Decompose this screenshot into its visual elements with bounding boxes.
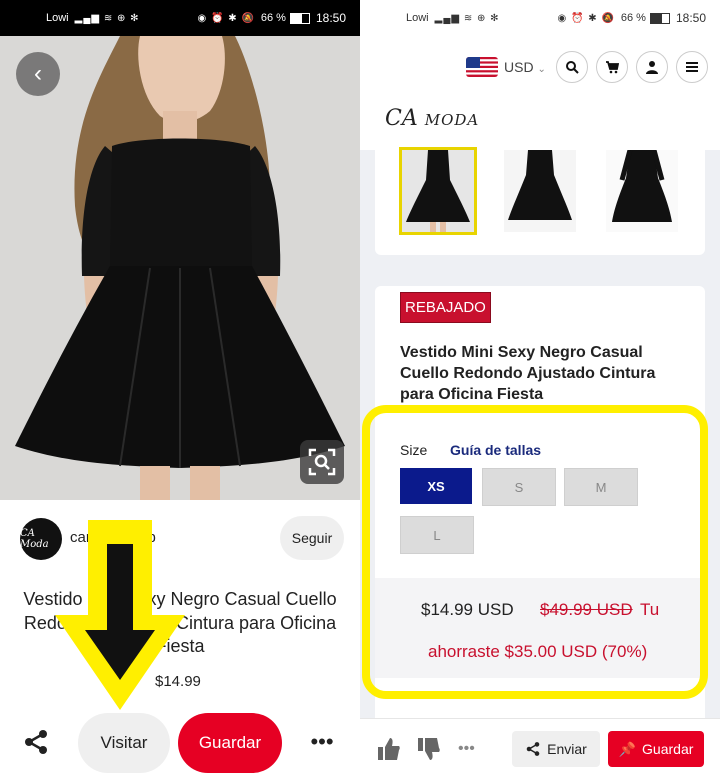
product-photo[interactable] <box>0 36 360 500</box>
pin-icon: 📌 <box>618 740 637 757</box>
system-icons: ◉ ⏰ ✱ 🔕 <box>557 12 615 24</box>
logo-main: CA <box>385 106 418 131</box>
more-icon[interactable]: ••• <box>458 736 484 762</box>
clock: 18:50 <box>315 11 346 25</box>
visual-search-button[interactable] <box>300 440 344 484</box>
annotation-highlight <box>362 405 708 699</box>
follow-button[interactable]: Seguir <box>280 516 344 560</box>
send-button[interactable]: Enviar <box>512 731 600 767</box>
save-button[interactable]: Guardar <box>178 713 282 773</box>
store-logo[interactable]: CA MODA <box>385 106 479 131</box>
store-header <box>360 36 720 150</box>
product-title: Vestido Mini Sexy Negro Casual Cuello Re… <box>400 344 656 403</box>
cart-button[interactable] <box>596 51 628 83</box>
share-icon <box>526 742 540 756</box>
visual-search-icon <box>308 448 336 476</box>
cart-icon <box>606 61 619 74</box>
us-flag-icon[interactable] <box>466 57 498 77</box>
logo-sub: MODA <box>424 111 480 129</box>
search-button[interactable] <box>556 51 588 83</box>
battery-icon <box>289 12 310 24</box>
carrier-label: Lowi <box>406 12 429 24</box>
menu-icon <box>686 62 698 72</box>
status-bar: Lowi ▂▄▆ ≋ ⊕ ✻ ◉ ⏰ ✱ 🔕 66 % 18:50 <box>0 0 360 36</box>
thumbs-down-icon[interactable] <box>416 736 442 762</box>
thumbnail-2[interactable] <box>504 150 576 232</box>
signal-icons: ▂▄▆ ≋ ⊕ ✻ <box>434 12 500 24</box>
save-label: Guardar <box>642 741 694 757</box>
store-product-screen: Lowi ▂▄▆ ≋ ⊕ ✻ ◉ ⏰ ✱ 🔕 66 % 18:50 USD ⌄ … <box>360 0 720 781</box>
back-button[interactable]: ‹ <box>16 52 60 96</box>
pin-detail-screen: Lowi ▂▄▆ ≋ ⊕ ✻ ◉ ⏰ ✱ 🔕 66 % 18:50 ‹ CA M… <box>0 0 360 781</box>
save-button[interactable]: 📌 Guardar <box>608 731 704 767</box>
thumbs-up-icon[interactable] <box>376 736 402 762</box>
signal-icons: ▂▄▆ ≋ ⊕ ✻ <box>74 12 140 24</box>
thumbnail-3[interactable] <box>606 150 678 232</box>
system-icons: ◉ ⏰ ✱ 🔕 <box>197 12 255 24</box>
currency-selector[interactable]: USD ⌄ <box>504 59 546 75</box>
search-icon <box>566 61 579 74</box>
battery-icon <box>649 12 670 24</box>
currency-label: USD <box>504 59 534 75</box>
battery-label: 66 % <box>620 12 646 24</box>
sale-badge: REBAJADO <box>400 292 491 323</box>
back-chevron-icon: ‹ <box>34 60 42 87</box>
account-button[interactable] <box>636 51 668 83</box>
chevron-down-icon: ⌄ <box>537 64 546 75</box>
clock: 18:50 <box>675 11 706 25</box>
dress-photo-illustration <box>0 36 360 500</box>
visit-button[interactable]: Visitar <box>78 713 170 773</box>
user-icon <box>646 61 658 74</box>
thumbnail-1[interactable] <box>399 147 477 235</box>
annotation-arrow <box>55 520 185 710</box>
battery-label: 66 % <box>260 12 286 24</box>
menu-button[interactable] <box>676 51 708 83</box>
more-icon[interactable]: ••• <box>304 728 340 756</box>
share-icon[interactable] <box>22 728 50 756</box>
status-bar: Lowi ▂▄▆ ≋ ⊕ ✻ ◉ ⏰ ✱ 🔕 66 % 18:50 <box>360 0 720 36</box>
carrier-label: Lowi <box>46 12 69 24</box>
send-label: Enviar <box>547 741 587 757</box>
